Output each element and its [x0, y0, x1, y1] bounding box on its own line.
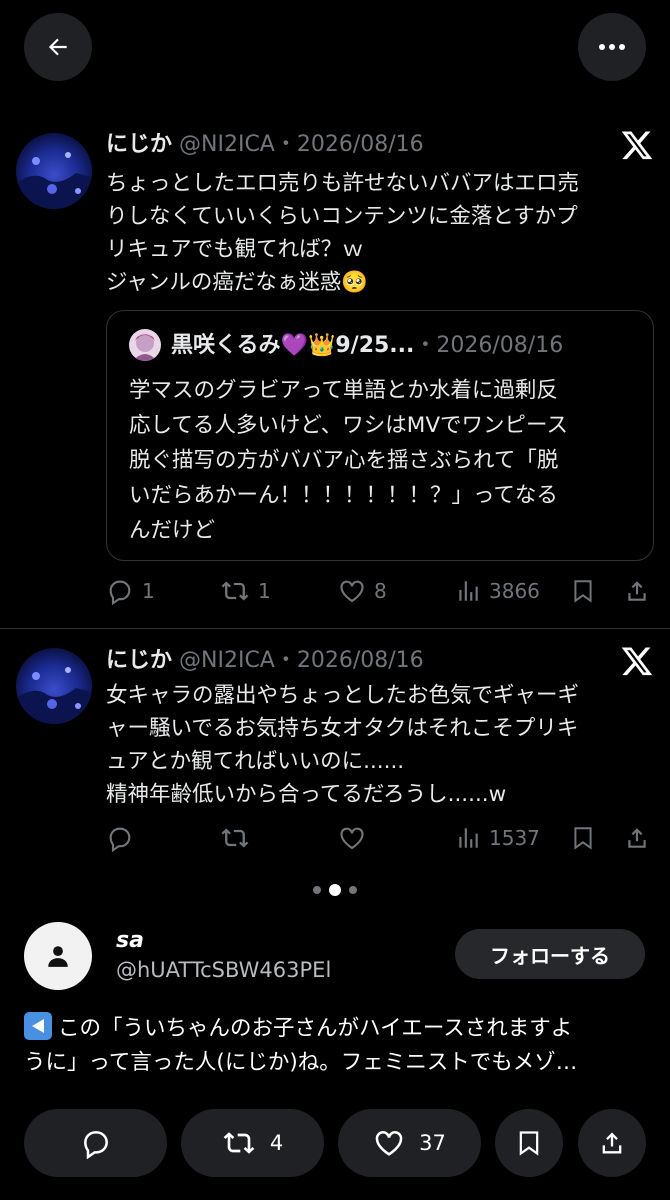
- user-avatar[interactable]: [24, 922, 92, 990]
- user-placeholder-icon: [48, 946, 68, 967]
- user-handle: @hUATTcSBW463PEl: [116, 958, 332, 982]
- bookmark-action-button[interactable]: [495, 1109, 563, 1177]
- share-icon: [602, 1132, 622, 1154]
- reply-button[interactable]: [106, 824, 134, 852]
- like-count: 37: [419, 1131, 446, 1155]
- repost-action-button[interactable]: 4: [181, 1109, 324, 1177]
- tweet-text: 女キャラの露出やちょっとしたお色気でギャーギ ャー騒いでるお気持ち女オタクはそれ…: [106, 683, 580, 807]
- carousel-dot-active[interactable]: [329, 884, 341, 896]
- post-caption[interactable]: この「ういちゃんのお子さんがハイエースされますよ うに」って言った人(にじか)ね…: [24, 1012, 648, 1080]
- repost-button[interactable]: [220, 824, 250, 852]
- reply-action-button[interactable]: [24, 1109, 167, 1177]
- carousel-indicator[interactable]: [0, 884, 670, 896]
- caption-text: この「ういちゃんのお子さんがハイエースされますよ うに」って言った人(にじか)ね…: [24, 1016, 578, 1075]
- view-count: 1537: [489, 826, 540, 850]
- bookmark-icon: [519, 1131, 539, 1156]
- carousel-dot[interactable]: [313, 886, 321, 894]
- tweet-actions: 1537: [0, 818, 670, 858]
- display-name[interactable]: にじか: [106, 648, 172, 673]
- follow-button[interactable]: フォローする: [455, 929, 645, 979]
- bookmark-button[interactable]: [570, 824, 596, 852]
- repost-count: 4: [269, 1131, 284, 1155]
- handle-and-date: @NI2ICA・2026/08/16: [179, 648, 424, 673]
- avatar[interactable]: [16, 648, 92, 724]
- tweet-header: にじか @NI2ICA・2026/08/16: [106, 646, 424, 676]
- share-icon: [628, 828, 646, 848]
- tweet-2: にじか @NI2ICA・2026/08/16 女キャラの露出やちょっとしたお色気…: [0, 0, 670, 870]
- reply-icon: [83, 1131, 108, 1159]
- like-icon: [375, 1131, 403, 1156]
- x-logo-icon: [621, 647, 653, 676]
- views-button[interactable]: 1537: [455, 824, 540, 852]
- like-button[interactable]: [338, 824, 366, 852]
- share-button[interactable]: [624, 824, 650, 852]
- like-icon: [340, 827, 364, 850]
- views-icon: [459, 828, 478, 848]
- reply-icon: [109, 827, 131, 852]
- share-action-button[interactable]: [578, 1109, 646, 1177]
- user-name[interactable]: sa: [116, 928, 144, 953]
- bookmark-icon: [574, 827, 592, 850]
- back-arrow-emoji-icon: [24, 1012, 52, 1040]
- repost-icon: [221, 828, 249, 848]
- repost-icon: [223, 1132, 255, 1154]
- like-action-button[interactable]: 37: [338, 1109, 481, 1177]
- carousel-dot[interactable]: [349, 886, 357, 894]
